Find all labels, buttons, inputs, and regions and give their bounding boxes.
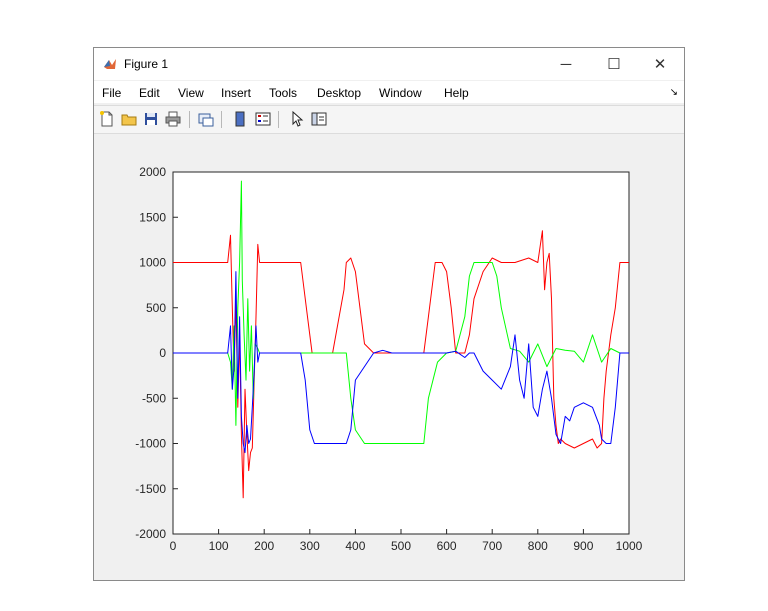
x-tick-label: 500 <box>391 539 411 553</box>
y-tick-label: 2000 <box>139 165 166 179</box>
figure-window: Figure 1 ─ ☐ ✕ File Edit View Insert Too… <box>93 47 685 581</box>
x-tick-label: 600 <box>437 539 457 553</box>
x-tick-label: 1000 <box>616 539 643 553</box>
x-tick-label: 100 <box>209 539 229 553</box>
x-tick-label: 800 <box>528 539 548 553</box>
x-tick-label: 0 <box>170 539 177 553</box>
y-tick-label: -1500 <box>135 482 166 496</box>
x-tick-label: 900 <box>573 539 593 553</box>
y-tick-label: -1000 <box>135 437 166 451</box>
x-tick-label: 400 <box>345 539 365 553</box>
x-tick-label: 700 <box>482 539 502 553</box>
y-tick-label: 1500 <box>139 210 166 224</box>
y-tick-label: 0 <box>159 346 166 360</box>
plot-canvas[interactable]: 0 100 200 300 400 500 600 700 800 900 1000 2000 1500… <box>94 48 684 580</box>
y-tick-label: 1000 <box>139 256 166 270</box>
y-tick-label: -2000 <box>135 527 166 541</box>
y-tick-label: 500 <box>146 301 166 315</box>
x-tick-label: 300 <box>300 539 320 553</box>
x-tick-label: 200 <box>254 539 274 553</box>
y-tick-label: -500 <box>142 391 166 405</box>
